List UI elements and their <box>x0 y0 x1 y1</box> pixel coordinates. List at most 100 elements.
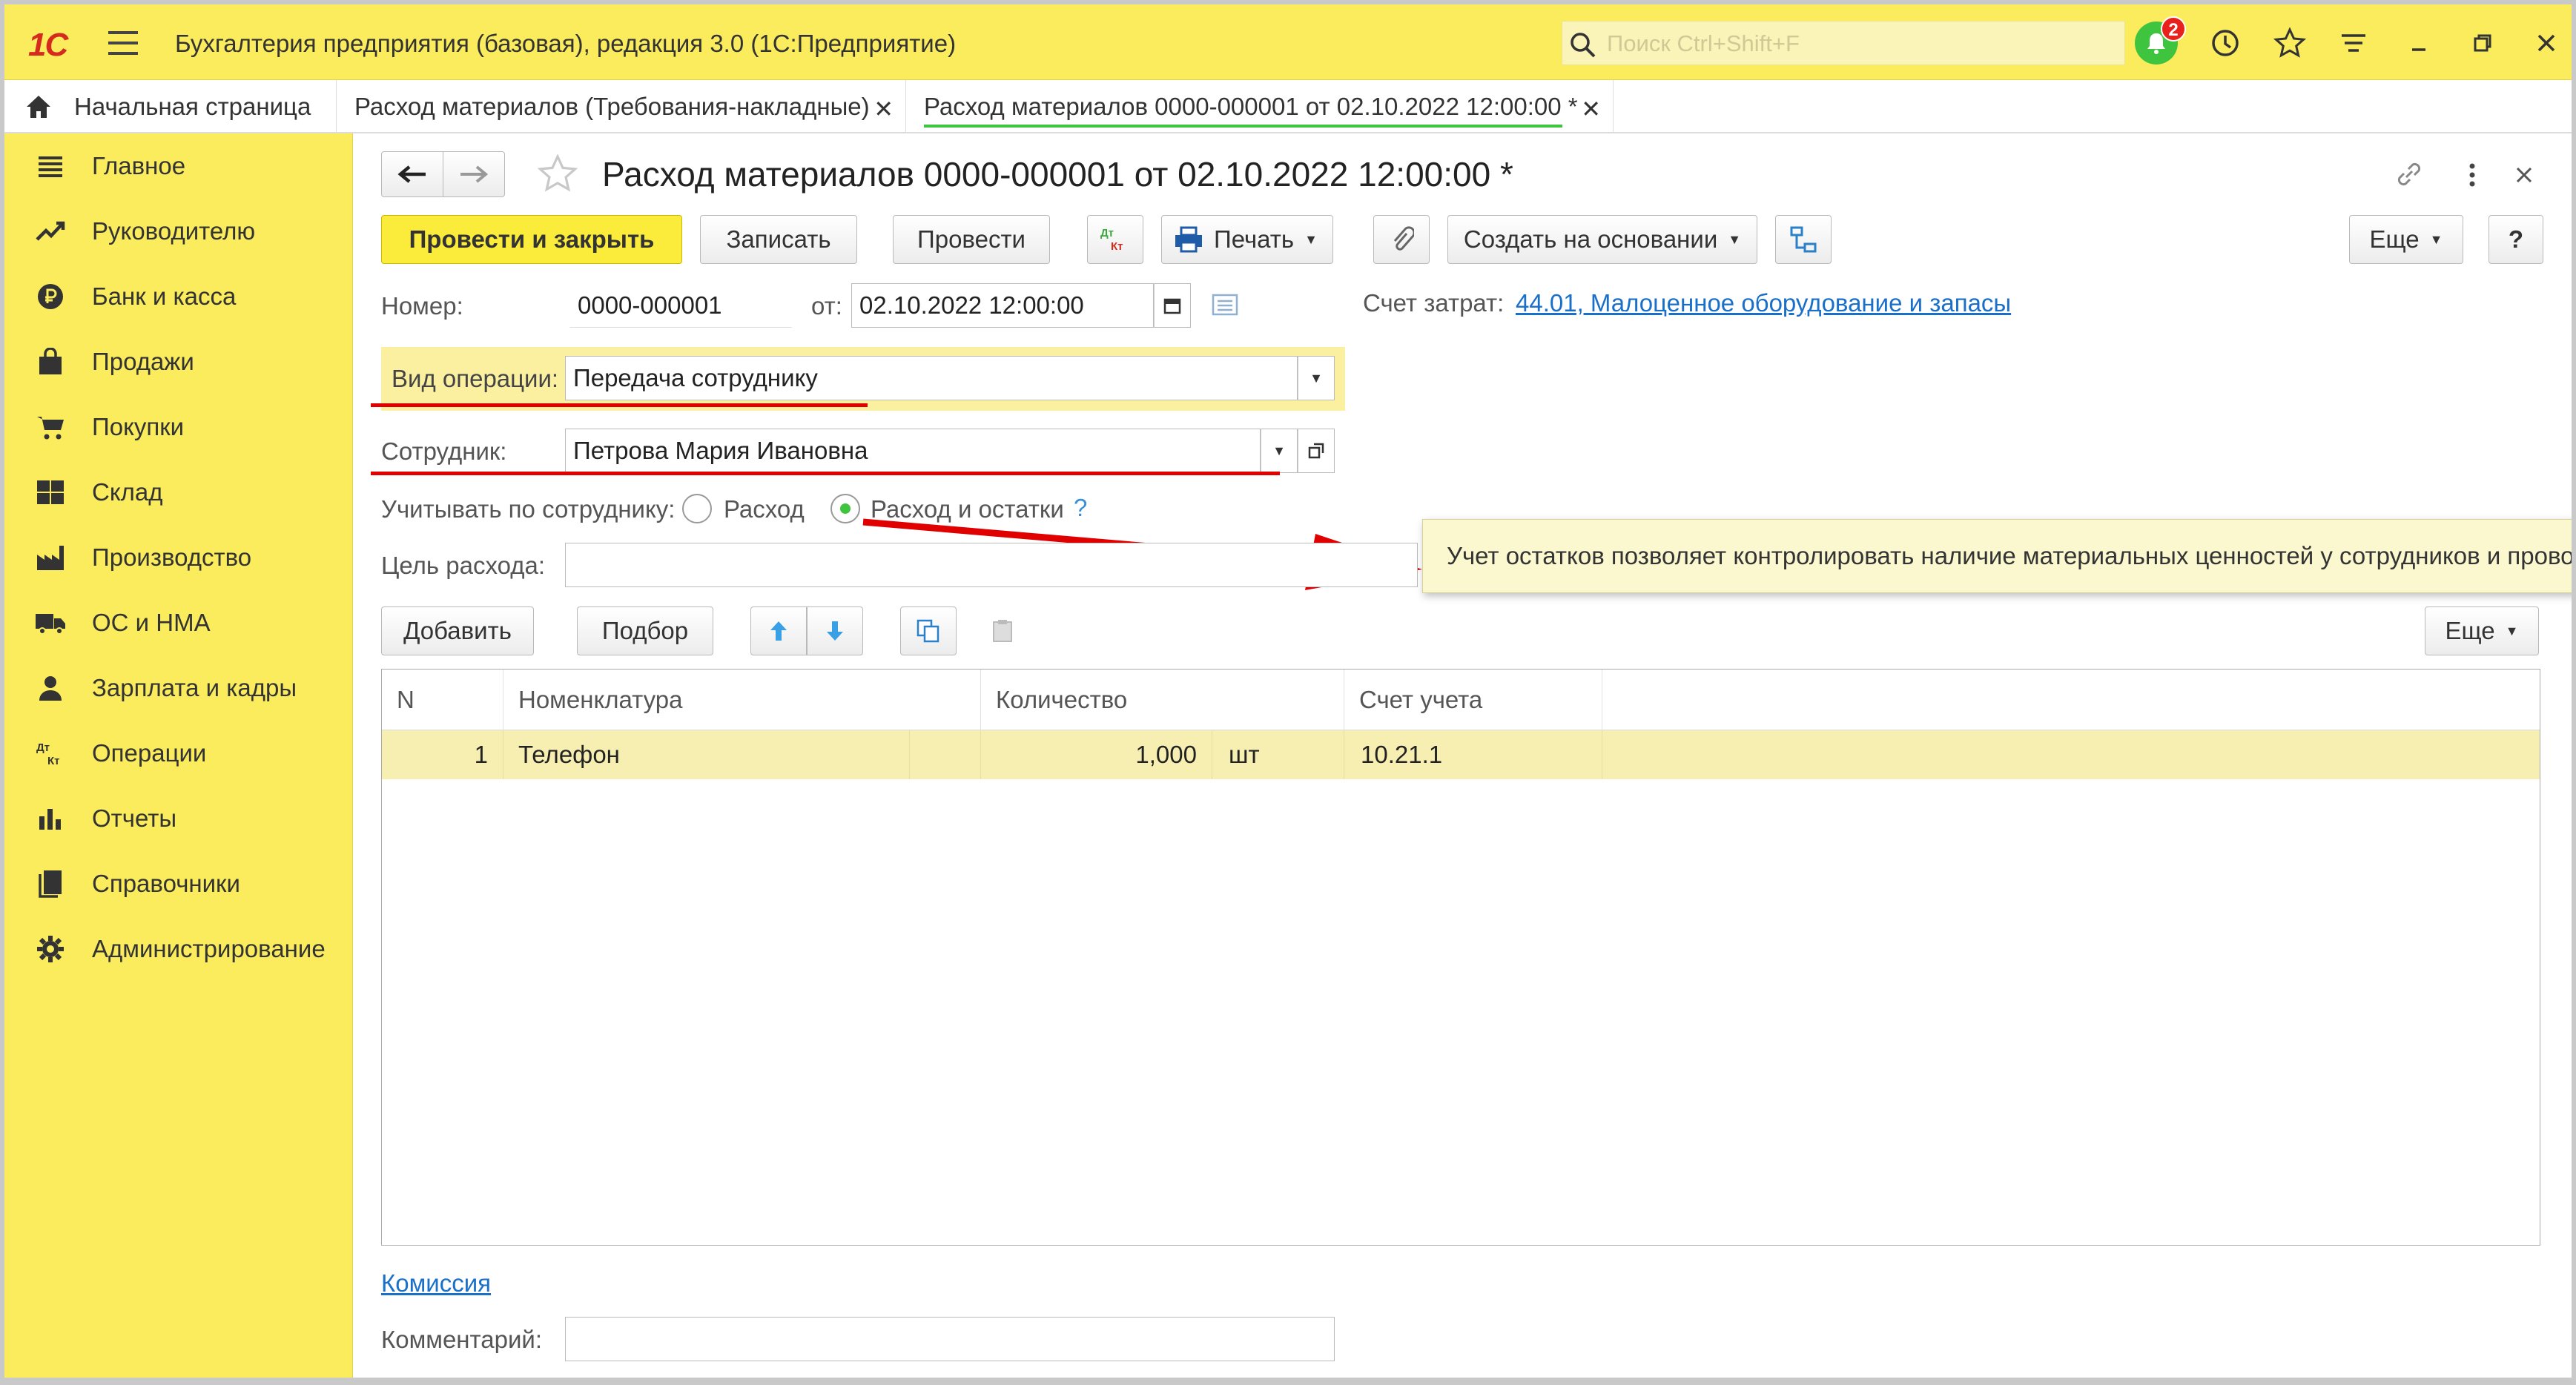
column-header-quantity[interactable]: Количество <box>981 670 1344 730</box>
tab-home[interactable]: Начальная страница <box>4 80 337 133</box>
calendar-button[interactable] <box>1154 283 1191 328</box>
truck-icon <box>34 606 67 639</box>
tab-document[interactable]: Расход материалов 0000-000001 от 02.10.2… <box>906 80 1614 133</box>
column-header-account[interactable]: Счет учета <box>1344 670 1602 730</box>
sidebar-item-purchases[interactable]: Покупки <box>4 394 353 460</box>
caret-down-icon: ▼ <box>2505 623 2519 638</box>
svg-text:Дт: Дт <box>36 741 50 754</box>
print-button[interactable]: Печать ▼ <box>1161 215 1333 264</box>
print-label: Печать <box>1214 225 1295 253</box>
tab-materials-list-label: Расход материалов (Требования-накладные) <box>354 93 870 120</box>
radio-expense[interactable] <box>682 494 712 523</box>
sidebar-item-main[interactable]: Главное <box>4 133 353 199</box>
more-button[interactable]: Еще ▼ <box>2349 215 2463 264</box>
column-header-item[interactable]: Номенклатура <box>503 670 981 730</box>
sidebar-item-bank[interactable]: Банк и касса <box>4 264 353 329</box>
main-menu-icon[interactable] <box>108 31 138 55</box>
radio-expense-balance[interactable] <box>830 494 860 523</box>
save-button[interactable]: Записать <box>700 215 857 264</box>
pick-button[interactable]: Подбор <box>577 606 713 655</box>
dt-kt-icon: ДтКт <box>34 737 67 770</box>
search-box[interactable] <box>1562 21 2125 65</box>
app-window: 1С Бухгалтерия предприятия (базовая), ре… <box>4 4 2572 1378</box>
arrow-up-icon <box>770 621 787 641</box>
structure-button[interactable] <box>1775 215 1832 264</box>
number-field[interactable]: 0000-000001 <box>569 283 792 328</box>
row-unit[interactable]: шт <box>1212 730 1344 779</box>
attach-file-button[interactable] <box>1373 215 1430 264</box>
person-icon <box>34 672 67 704</box>
caret-down-icon: ▼ <box>1272 443 1286 458</box>
shopping-bag-icon <box>34 346 67 378</box>
copy-row-button[interactable] <box>900 606 957 655</box>
list-icon[interactable] <box>1212 292 1240 323</box>
operation-dropdown-button[interactable]: ▼ <box>1298 356 1335 400</box>
post-button[interactable]: Провести <box>893 215 1050 264</box>
sidebar-item-manager[interactable]: Руководителю <box>4 199 353 264</box>
sidebar-item-label: Банк и касса <box>92 282 237 310</box>
forward-button[interactable] <box>443 151 505 197</box>
employee-field[interactable]: Петрова Мария Ивановна <box>565 429 1261 473</box>
close-tab-icon[interactable]: ✕ <box>873 95 894 123</box>
filter-lines-icon[interactable] <box>2331 21 2376 65</box>
sidebar-item-production[interactable]: Производство <box>4 525 353 590</box>
row-item[interactable]: Телефон <box>503 730 910 779</box>
post-and-close-button[interactable]: Провести и закрыть <box>381 215 682 264</box>
dt-kt-movements-button[interactable]: Дт Кт <box>1087 215 1143 264</box>
employee-open-button[interactable] <box>1298 429 1335 473</box>
history-icon[interactable] <box>2203 21 2248 65</box>
svg-text:Кт: Кт <box>1111 240 1123 253</box>
sidebar-item-sales[interactable]: Продажи <box>4 329 353 394</box>
paste-row-button[interactable] <box>974 606 1031 655</box>
more-dots-icon[interactable] <box>2465 160 2480 190</box>
row-quantity[interactable]: 1,000 <box>981 730 1212 779</box>
favorites-icon[interactable] <box>2268 21 2312 65</box>
sidebar-item-salary[interactable]: Зарплата и кадры <box>4 655 353 721</box>
row-number[interactable]: 1 <box>382 730 503 779</box>
create-based-on-button[interactable]: Создать на основании ▼ <box>1447 215 1757 264</box>
move-down-button[interactable] <box>807 606 863 655</box>
search-input[interactable] <box>1607 27 2111 60</box>
close-form-icon[interactable] <box>2514 163 2534 191</box>
row-account[interactable]: 10.21.1 <box>1344 730 1602 779</box>
favorite-star-icon[interactable] <box>537 153 578 200</box>
purpose-field[interactable] <box>565 543 1418 587</box>
sidebar-item-assets[interactable]: ОС и НМА <box>4 590 353 655</box>
sidebar-item-references[interactable]: Справочники <box>4 851 353 916</box>
menu-lines-icon <box>34 150 67 182</box>
minimize-icon[interactable] <box>2397 21 2441 65</box>
calendar-icon <box>1163 298 1181 314</box>
help-button[interactable]: ? <box>2489 215 2543 264</box>
back-button[interactable] <box>381 151 443 197</box>
notifications-button[interactable]: 2 <box>2134 16 2186 65</box>
operation-select[interactable]: Передача сотруднику <box>565 356 1298 400</box>
document-title: Расход материалов 0000-000001 от 02.10.2… <box>602 155 1513 194</box>
sidebar-item-label: Продажи <box>92 348 194 375</box>
table-header: N Номенклатура Количество Счет учета <box>382 670 2540 730</box>
tab-materials-list[interactable]: Расход материалов (Требования-накладные)… <box>337 80 906 133</box>
table-row[interactable]: 1 Телефон 1,000 шт 10.21.1 <box>382 730 2540 779</box>
paperclip-icon <box>1393 226 1414 251</box>
link-icon[interactable] <box>2392 157 2426 197</box>
column-header-n[interactable]: N <box>382 670 503 730</box>
date-field[interactable]: 02.10.2022 12:00:00 <box>851 283 1154 328</box>
sidebar-item-operations[interactable]: Дт Кт Операции <box>4 721 353 786</box>
comment-field[interactable] <box>565 1317 1335 1361</box>
employee-dropdown-button[interactable]: ▼ <box>1261 429 1298 473</box>
add-row-button[interactable]: Добавить <box>381 606 534 655</box>
table-more-button[interactable]: Еще ▼ <box>2425 606 2539 655</box>
restore-icon[interactable] <box>2460 21 2505 65</box>
close-window-icon[interactable] <box>2524 21 2569 65</box>
red-underline-annotation <box>371 472 1280 475</box>
move-up-button[interactable] <box>750 606 807 655</box>
row-item-extra[interactable] <box>910 730 981 779</box>
sidebar-item-warehouse[interactable]: Склад <box>4 460 353 525</box>
sidebar-item-reports[interactable]: Отчеты <box>4 786 353 851</box>
commission-link[interactable]: Комиссия <box>381 1269 491 1298</box>
sidebar-item-admin[interactable]: Администрирование <box>4 916 353 982</box>
tab-document-label: Расход материалов 0000-000001 от 02.10.2… <box>924 93 1578 120</box>
close-tab-icon[interactable]: ✕ <box>1581 95 1601 123</box>
copy-icon <box>917 619 939 643</box>
sidebar-item-label: Отчеты <box>92 804 177 832</box>
cost-account-link[interactable]: 44.01, Малоценное оборудование и запасы <box>1516 289 2011 317</box>
